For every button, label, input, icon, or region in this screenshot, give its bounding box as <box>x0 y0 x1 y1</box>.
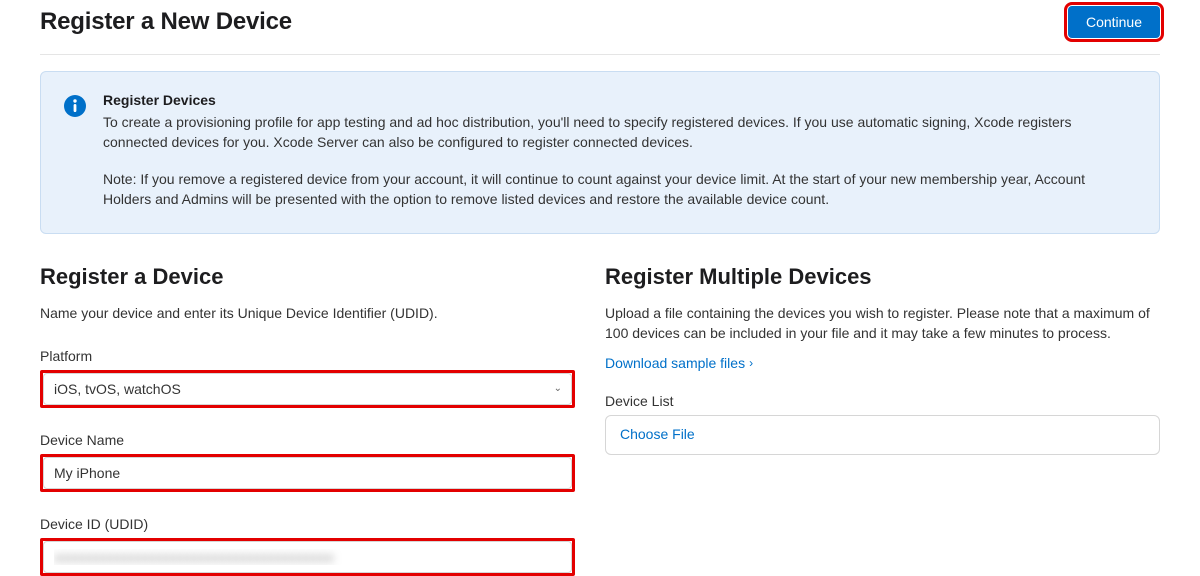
info-body-2: Note: If you remove a registered device … <box>103 169 1137 210</box>
device-name-label: Device Name <box>40 432 575 448</box>
download-sample-link[interactable]: Download sample files › <box>605 355 753 371</box>
device-id-input[interactable] <box>43 541 572 573</box>
register-single-title: Register a Device <box>40 264 575 290</box>
download-sample-label: Download sample files <box>605 355 745 371</box>
register-multiple-title: Register Multiple Devices <box>605 264 1160 290</box>
platform-select[interactable]: iOS, tvOS, watchOS <box>43 373 572 405</box>
info-content: Register Devices To create a provisionin… <box>103 92 1137 209</box>
continue-button[interactable]: Continue <box>1068 6 1160 38</box>
page-header: Register a New Device Continue <box>40 0 1160 55</box>
register-multiple-section: Register Multiple Devices Upload a file … <box>605 264 1160 455</box>
chevron-right-icon: › <box>749 356 753 370</box>
register-single-desc: Name your device and enter its Unique De… <box>40 304 575 324</box>
device-list-label: Device List <box>605 393 1160 409</box>
page-title: Register a New Device <box>40 8 292 36</box>
choose-file-button[interactable]: Choose File <box>620 426 695 442</box>
register-single-section: Register a Device Name your device and e… <box>40 264 575 576</box>
platform-label: Platform <box>40 348 575 364</box>
info-banner: Register Devices To create a provisionin… <box>40 71 1160 234</box>
device-name-input[interactable] <box>43 457 572 489</box>
file-upload-box[interactable]: Choose File <box>605 415 1160 455</box>
info-icon <box>63 94 87 118</box>
info-body-1: To create a provisioning profile for app… <box>103 112 1137 153</box>
device-id-label: Device ID (UDID) <box>40 516 575 532</box>
register-multiple-desc: Upload a file containing the devices you… <box>605 304 1160 343</box>
info-heading: Register Devices <box>103 92 1137 108</box>
